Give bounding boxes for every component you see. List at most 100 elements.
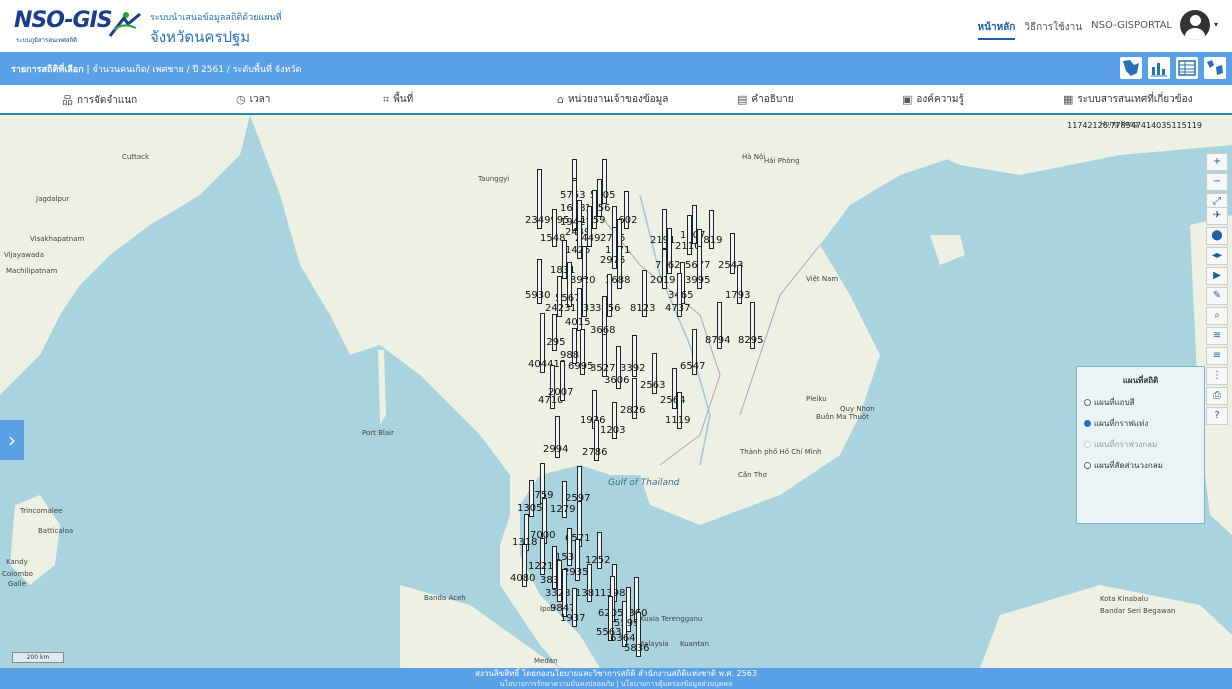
bar-value-label: 2994 (543, 444, 569, 455)
book-icon: ▤ (737, 93, 748, 106)
bar-value-label: 1659 (580, 215, 606, 226)
option-choropleth[interactable]: แผนที่แถบสี (1084, 396, 1135, 409)
open-sidebar-chevron-icon[interactable]: › (0, 420, 24, 460)
map-label: Việt Nam (806, 275, 839, 283)
option-proportional-circle[interactable]: แผนที่สัดส่วนวงกลม (1084, 459, 1163, 472)
category-menu: 品 การจัดจำแนก ◷ เวลา ⌗ พื้นที่ ⌂ หน่วยงานเจ้… (0, 85, 1232, 115)
print-icon[interactable]: ⎙ (1206, 387, 1228, 405)
bar-value-label: 1203 (600, 425, 626, 436)
map-label: Jagdalpur (36, 195, 70, 203)
top-navigation: หน้าหลัก วิธีการใช้งาน NSO-GISPORTAL (977, 20, 1172, 40)
bar-value-label: 8123 (630, 303, 656, 314)
map-label: Port Blair (362, 429, 394, 437)
search-icon[interactable]: ⌕ (1206, 307, 1228, 325)
locate-icon[interactable]: ⬤ (1206, 227, 1228, 245)
map-label: Buôn Ma Thuột (816, 413, 869, 421)
map-label: Banda Aceh (424, 594, 466, 602)
selection-value: จำนวนคนเกิด/ เพศชาย / ปี 2561 / ระดับพื้… (92, 65, 302, 75)
institution-icon: ⌂ (557, 93, 564, 106)
list-icon[interactable]: ≡ (1206, 347, 1228, 365)
menu-data-owner[interactable]: ⌂ หน่วยงานเจ้าของข้อมูล (557, 92, 668, 107)
menu-time[interactable]: ◷ เวลา (236, 92, 270, 107)
bar-value-label: 3556 (595, 303, 621, 314)
bar-value-label: 3392 (620, 363, 646, 374)
draw-icon[interactable]: ✎ (1206, 287, 1228, 305)
layers-icon[interactable]: ≋ (1206, 327, 1228, 345)
legend-icon[interactable]: ⋮ (1206, 367, 1228, 385)
panel-title: แผนที่สถิติ (1122, 376, 1159, 385)
bar-value-label: 2826 (620, 405, 646, 416)
scale-bar: 200 km (12, 652, 64, 663)
policy-links[interactable]: นโยบายการรักษาความมั่นคงปลอดภัย | นโยบาย… (0, 679, 1232, 689)
map-label: Hà Nội (742, 153, 766, 161)
user-avatar-icon[interactable] (1180, 10, 1210, 40)
nso-gis-logo[interactable]: NSO-GIS ระบบภูมิสารสนเทศสถิติ (14, 8, 141, 44)
zoom-in-icon[interactable]: + (1206, 153, 1228, 171)
option-label: แผนที่กราฟแท่ง (1094, 419, 1149, 428)
bar-value-label: 5930 (525, 290, 551, 301)
nav-home[interactable]: หน้าหลัก (977, 20, 1016, 40)
nav-gisportal[interactable]: NSO-GISPORTAL (1091, 20, 1172, 40)
selection-info: รายการสถิติที่เลือก | จำนวนคนเกิด/ เพศชา… (11, 65, 302, 75)
related-systems-icon: ▦ (1063, 93, 1074, 106)
option-pie-map: แผนที่กราฟวงกลม (1084, 438, 1157, 451)
bar-value-label: 2019 (650, 275, 676, 286)
map-label: Kuantan (680, 640, 709, 648)
bar-value-label: 3606 (604, 375, 630, 386)
copyright-text: สงวนลิขสิทธิ์ โดยกองนโยบายและวิชาการสถิต… (475, 669, 757, 678)
bar-value-label: 1221 (528, 561, 554, 572)
sitemap-icon: 品 (62, 94, 73, 107)
bar-value-label: 1279 (550, 504, 576, 515)
logo-text: NSO-GIS (14, 8, 113, 33)
table-view-icon[interactable] (1176, 57, 1198, 79)
map-label: Kota Kinabalu (1100, 595, 1149, 603)
radio-button-selected[interactable] (1084, 420, 1091, 427)
bar-value-label: 3995 (685, 275, 711, 286)
home-extent-icon[interactable]: ✈ (1206, 207, 1228, 225)
map-canvas[interactable]: Cuttack Jagdalpur Visakhapatnam Vijayawa… (0, 115, 1232, 668)
option-label: แผนที่สัดส่วนวงกลม (1094, 461, 1163, 470)
bar-value-label: 1833 (570, 303, 596, 314)
map-label: Pleiku (806, 395, 827, 403)
radio-button[interactable] (1084, 399, 1091, 406)
play-icon[interactable]: ▶ (1206, 267, 1228, 285)
map-label: Quy Nhơn (840, 405, 875, 413)
province-name: จังหวัดนครปฐม (150, 28, 251, 46)
menu-knowledge[interactable]: ▣ องค์ความรู้ (902, 92, 964, 107)
bar-value-label: 8295 (738, 335, 764, 346)
bar-value-label: 6547 (680, 361, 706, 372)
map-view-icon[interactable] (1120, 57, 1142, 79)
map-label-sea: Gulf of Thailand (608, 478, 680, 488)
menu-related-systems[interactable]: ▦ ระบบสารสนเทศที่เกี่ยวข้อง (1063, 92, 1193, 107)
menu-label: องค์ความรู้ (916, 94, 964, 105)
caret-down-icon[interactable]: ▾ (1214, 20, 1218, 29)
map-tools: ✈ ⬤ ◂▸ ▶ ✎ ⌕ ≋ ≡ ⋮ ⎙ ? (1206, 207, 1228, 425)
map-label: Visakhapatnam (30, 235, 85, 243)
header: NSO-GIS ระบบภูมิสารสนเทศสถิติ ระบบนำเสนอ… (0, 0, 1232, 52)
map-label: Galle (8, 580, 26, 588)
swipe-icon[interactable]: ◂▸ (1206, 247, 1228, 265)
bar-value-label: 5836 (624, 643, 650, 654)
option-bar-map[interactable]: แผนที่กราฟแท่ง (1084, 417, 1148, 430)
map-type-panel: แผนที่สถิติ แผนที่แถบสี แผนที่กราฟแท่ง แ… (1076, 366, 1205, 524)
bar-value-label: 3527 (590, 363, 616, 374)
menu-label: พื้นที่ (393, 94, 414, 105)
selection-label: รายการสถิติที่เลือก (11, 65, 84, 75)
knowledge-icon: ▣ (902, 93, 913, 106)
compare-map-icon[interactable] (1204, 57, 1226, 79)
radio-button[interactable] (1084, 462, 1091, 469)
menu-area[interactable]: ⌗ พื้นที่ (383, 92, 413, 107)
chart-view-icon[interactable] (1148, 57, 1170, 79)
map-label: Thành phố Hồ Chí Minh (740, 448, 822, 456)
map-label: Vijayawada (4, 251, 44, 259)
menu-description[interactable]: ▤ คำอธิบาย (737, 92, 794, 107)
nav-how-to-use[interactable]: วิธีการใช้งาน (1024, 20, 1082, 40)
menu-label: หน่วยงานเจ้าของข้อมูล (567, 94, 669, 105)
bar-value-label: 2563 (640, 380, 666, 391)
menu-classification[interactable]: 品 การจัดจำแนก (62, 92, 137, 108)
zoom-out-icon[interactable]: − (1206, 173, 1228, 191)
map-label: Colombo (2, 570, 33, 578)
help-icon[interactable]: ? (1206, 407, 1228, 425)
map-label: Cuttack (122, 153, 150, 161)
option-label: แผนที่กราฟวงกลม (1094, 440, 1158, 449)
